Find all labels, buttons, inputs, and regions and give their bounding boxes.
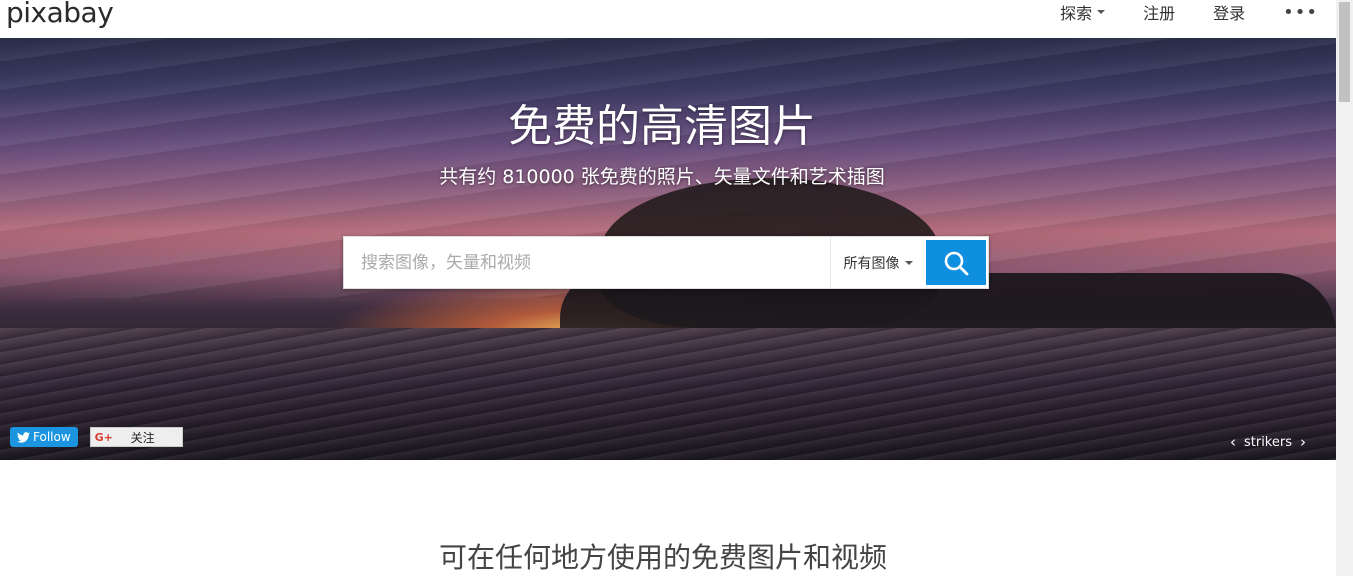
twitter-follow-label: Follow: [33, 430, 71, 444]
search-button[interactable]: [926, 240, 986, 285]
caret-down-icon: [904, 260, 913, 265]
google-plus-follow-button[interactable]: G+ 关注: [89, 427, 183, 447]
twitter-follow-button[interactable]: Follow: [10, 427, 78, 447]
previous-photo-button[interactable]: ‹: [1230, 433, 1236, 451]
page-scrollbar[interactable]: [1336, 0, 1353, 576]
media-type-select[interactable]: 所有图像: [830, 237, 925, 288]
nav-register[interactable]: 注册: [1143, 0, 1175, 24]
nav-login[interactable]: 登录: [1213, 0, 1245, 24]
main-nav: 探索 注册 登录 •••: [1022, 0, 1318, 24]
hero-subtitle: 共有约 810000 张免费的照片、矢量文件和艺术插图: [439, 166, 885, 188]
photo-author-link[interactable]: strikers: [1244, 435, 1292, 450]
nav-register-label: 注册: [1143, 4, 1176, 23]
rippled-sand: [0, 328, 1336, 460]
search-input[interactable]: [344, 237, 830, 288]
nav-login-label: 登录: [1213, 4, 1246, 23]
pixabay-logo[interactable]: pixabay: [6, 0, 114, 29]
scrollbar-thumb[interactable]: [1339, 2, 1350, 102]
media-type-label: 所有图像: [843, 255, 900, 272]
top-bar: pixabay 探索 注册 登录 •••: [0, 0, 1336, 38]
google-plus-label: 关注: [130, 430, 155, 445]
hero-banner: 免费的高清图片 共有约 810000 张免费的照片、矢量文件和艺术插图 所有图像…: [0, 38, 1336, 460]
nav-explore[interactable]: 探索: [1060, 0, 1106, 24]
caret-down-icon: [1097, 10, 1106, 14]
section-heading: 可在任何地方使用的免费图片和视频: [438, 541, 887, 574]
search-bar: 所有图像: [343, 236, 989, 289]
twitter-bird-icon: [17, 431, 30, 443]
nav-explore-label: 探索: [1060, 4, 1093, 23]
more-menu-button[interactable]: •••: [1283, 2, 1318, 23]
more-dots-icon: •••: [1283, 1, 1318, 23]
photo-credit: ‹ strikers ›: [1222, 433, 1314, 451]
search-icon: [944, 251, 969, 275]
social-buttons: Follow G+ 关注: [10, 427, 183, 447]
next-photo-button[interactable]: ›: [1300, 433, 1306, 451]
hero-title: 免费的高清图片: [508, 101, 816, 152]
google-plus-icon: G+: [94, 430, 113, 444]
